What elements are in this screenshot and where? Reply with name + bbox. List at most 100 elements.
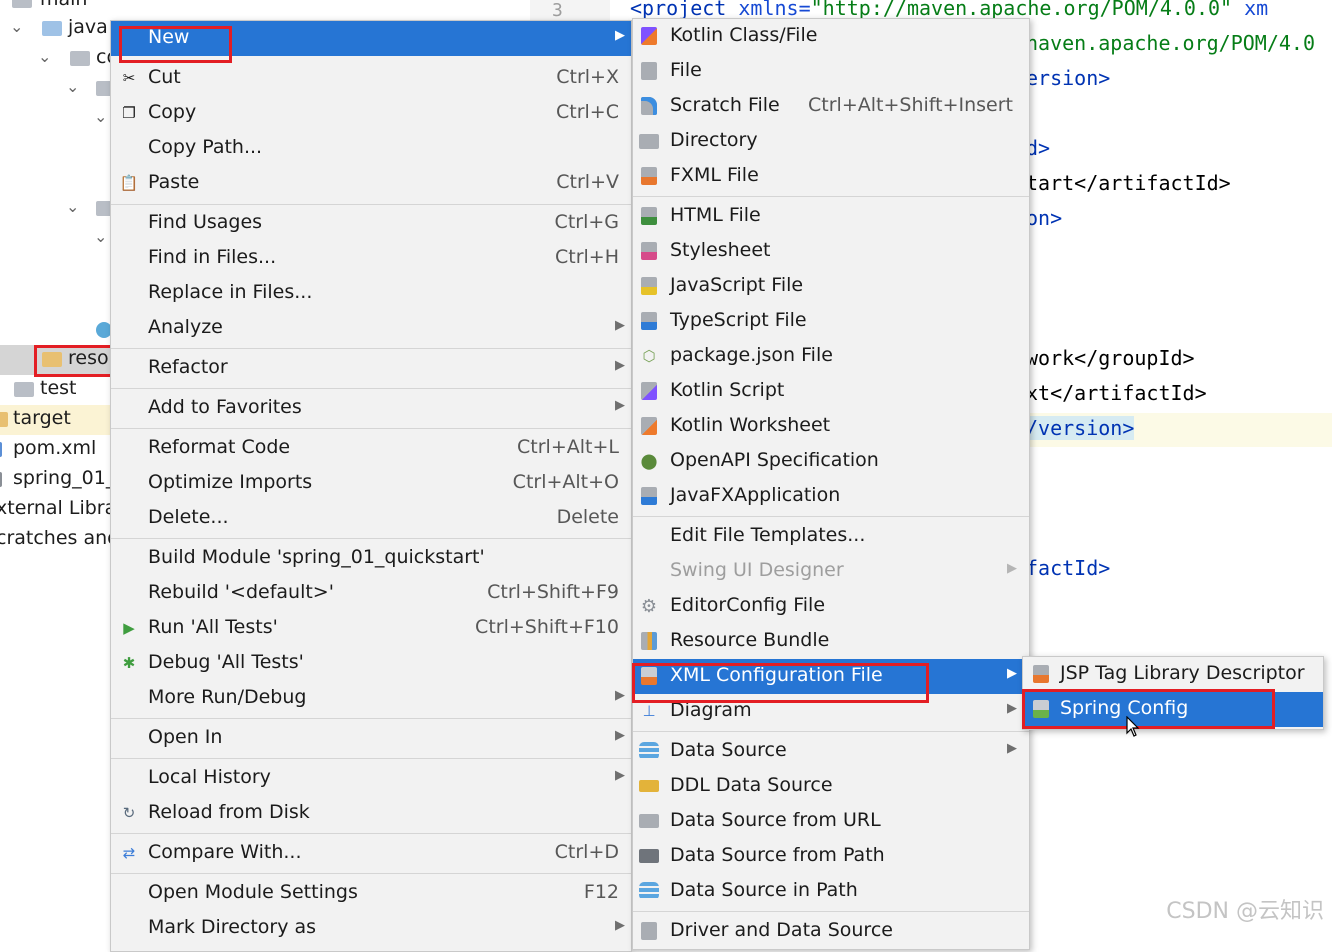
menu-item-refactor[interactable]: Refactor ▶	[111, 351, 631, 386]
chevron-down-icon[interactable]: ⌄	[38, 47, 51, 66]
menu-item-kotlin-script[interactable]: Kotlin Script	[633, 374, 1029, 409]
menu-item-analyze[interactable]: Analyze ▶	[111, 311, 631, 346]
tree-item-target[interactable]: target	[0, 405, 112, 435]
menu-item-spring-config[interactable]: Spring Config	[1023, 692, 1323, 727]
chevron-down-icon[interactable]: ⌄	[94, 227, 107, 246]
menu-item-open-module-settings[interactable]: Open Module Settings F12	[111, 876, 631, 911]
watermark: CSDN @云知识	[1166, 899, 1324, 924]
code-line: <project xmlns="http://maven.apache.org/…	[630, 0, 1269, 20]
menu-item-debug-all-tests[interactable]: ✱ Debug 'All Tests'	[111, 646, 631, 681]
menu-item-scratch-file[interactable]: Scratch File Ctrl+Alt+Shift+Insert	[633, 89, 1029, 124]
diagram-icon: ⊥	[642, 702, 656, 720]
menu-item-kotlin-worksheet[interactable]: Kotlin Worksheet	[633, 409, 1029, 444]
menu-item-more-run-debug[interactable]: More Run/Debug ▶	[111, 681, 631, 716]
menu-item-directory[interactable]: Directory	[633, 124, 1029, 159]
menu-item-local-history[interactable]: Local History ▶	[111, 761, 631, 796]
javafx-icon	[639, 486, 659, 506]
tree-item-test[interactable]: test	[0, 375, 112, 405]
menu-item-find-usages[interactable]: Find Usages Ctrl+G	[111, 206, 631, 241]
chevron-down-icon[interactable]: ⌄	[66, 197, 79, 216]
submenu-arrow-icon: ▶	[615, 768, 625, 783]
menu-item-javafx-application[interactable]: JavaFXApplication	[633, 479, 1029, 514]
menu-item-javascript-file[interactable]: JavaScript File	[633, 269, 1029, 304]
menu-item-data-source-from-url[interactable]: Data Source from URL	[633, 804, 1029, 839]
menu-item-kotlin-class[interactable]: Kotlin Class/File	[633, 19, 1029, 54]
tree-item-iml[interactable]: spring_01_	[0, 465, 112, 495]
menu-separator	[633, 196, 1029, 197]
tree-item-scratches[interactable]: cratches and	[0, 525, 112, 555]
menu-item-data-source-from-path[interactable]: Data Source from Path	[633, 839, 1029, 874]
menu-item-open-in[interactable]: Open In ▶	[111, 721, 631, 756]
gear-icon: ⚙	[640, 595, 658, 617]
code-line: /version>	[1026, 416, 1135, 440]
menu-item-fxml-file[interactable]: FXML File	[633, 159, 1029, 194]
menu-item-swing-ui-designer[interactable]: Swing UI Designer ▶	[633, 554, 1029, 589]
chevron-down-icon[interactable]: ⌄	[94, 107, 107, 126]
menu-item-data-source[interactable]: Data Source ▶	[633, 734, 1029, 769]
menu-item-find-in-files[interactable]: Find in Files... Ctrl+H	[111, 241, 631, 276]
submenu-arrow-icon: ▶	[1007, 666, 1017, 681]
tree-item-class[interactable]	[0, 315, 112, 345]
menu-item-file[interactable]: File	[633, 54, 1029, 89]
code-line: work</groupId>	[1026, 346, 1195, 370]
menu-item-resource-bundle[interactable]: Resource Bundle	[633, 624, 1029, 659]
menu-item-copy-path[interactable]: Copy Path...	[111, 131, 631, 166]
menu-item-driver-and-data-source[interactable]: Driver and Data Source	[633, 914, 1029, 949]
folder-open-icon	[639, 846, 659, 866]
tree-item-package[interactable]: ⌄	[0, 194, 112, 224]
kotlin-icon	[639, 26, 659, 46]
submenu-arrow-icon: ▶	[1007, 701, 1017, 716]
menu-item-diagram[interactable]: ⊥ Diagram ▶	[633, 694, 1029, 729]
tree-item-package[interactable]: ⌄	[0, 74, 112, 104]
menu-item-reload-from-disk[interactable]: ↻ Reload from Disk	[111, 796, 631, 831]
ts-icon	[639, 311, 659, 331]
code-line: on>	[1026, 206, 1063, 230]
menu-item-package-json[interactable]: ⬡ package.json File	[633, 339, 1029, 374]
debug-icon: ✱	[122, 654, 136, 672]
ddl-icon	[639, 776, 659, 796]
menu-item-new[interactable]: New ▶	[111, 21, 631, 56]
chevron-down-icon[interactable]: ⌄	[66, 77, 79, 96]
menu-item-build-module[interactable]: Build Module 'spring_01_quickstart'	[111, 541, 631, 576]
tree-item-external-libraries[interactable]: xternal Libra	[0, 495, 112, 525]
submenu-arrow-icon: ▶	[615, 28, 625, 43]
reload-icon: ↻	[122, 804, 136, 822]
menu-item-jsp-tag-library-descriptor[interactable]: JSP Tag Library Descriptor	[1023, 657, 1323, 692]
menu-item-compare-with[interactable]: ⇄ Compare With... Ctrl+D	[111, 836, 631, 871]
menu-item-data-source-in-path[interactable]: Data Source in Path	[633, 874, 1029, 909]
menu-item-optimize-imports[interactable]: Optimize Imports Ctrl+Alt+O	[111, 466, 631, 501]
tree-item-package[interactable]: ⌄ co	[0, 44, 112, 74]
menu-item-add-to-favorites[interactable]: Add to Favorites ▶	[111, 391, 631, 426]
database-icon	[639, 741, 659, 761]
menu-item-paste[interactable]: 📋 Paste Ctrl+V	[111, 166, 631, 201]
module-file-icon	[0, 472, 2, 487]
file-icon	[639, 61, 659, 81]
folder-icon	[42, 21, 62, 36]
menu-item-replace-in-files[interactable]: Replace in Files...	[111, 276, 631, 311]
project-tree: main ⌄ java ⌄ co ⌄ ⌄ ⌄ ⌄ reso test targe…	[0, 0, 112, 933]
menu-item-reformat-code[interactable]: Reformat Code Ctrl+Alt+L	[111, 431, 631, 466]
tree-item-java[interactable]: ⌄ java	[0, 14, 112, 44]
menu-item-xml-configuration-file[interactable]: XML Configuration File ▶	[633, 659, 1029, 694]
menu-item-rebuild[interactable]: Rebuild '<default>' Ctrl+Shift+F9	[111, 576, 631, 611]
menu-item-stylesheet[interactable]: Stylesheet	[633, 234, 1029, 269]
menu-item-ddl-data-source[interactable]: DDL Data Source	[633, 769, 1029, 804]
tree-item-package[interactable]: ⌄	[0, 224, 112, 254]
menu-item-mark-directory-as[interactable]: Mark Directory as ▶	[111, 911, 631, 946]
tree-item-pom[interactable]: pom.xml	[0, 435, 112, 465]
run-icon: ▶	[123, 619, 135, 637]
menu-item-copy[interactable]: ❐ Copy Ctrl+C	[111, 96, 631, 131]
menu-item-html-file[interactable]: HTML File	[633, 199, 1029, 234]
resources-folder-icon	[42, 352, 62, 367]
menu-item-typescript-file[interactable]: TypeScript File	[633, 304, 1029, 339]
menu-item-run-all-tests[interactable]: ▶ Run 'All Tests' Ctrl+Shift+F10	[111, 611, 631, 646]
menu-item-cut[interactable]: ✂ Cut Ctrl+X	[111, 61, 631, 96]
tree-item-resources[interactable]: reso	[0, 345, 112, 375]
chevron-down-icon[interactable]: ⌄	[10, 17, 23, 36]
menu-item-openapi-spec[interactable]: ⬤ OpenAPI Specification	[633, 444, 1029, 479]
menu-item-editorconfig-file[interactable]: ⚙ EditorConfig File	[633, 589, 1029, 624]
tree-item-package[interactable]: ⌄	[0, 104, 112, 134]
menu-item-edit-file-templates[interactable]: Edit File Templates...	[633, 519, 1029, 554]
menu-item-delete[interactable]: Delete... Delete	[111, 501, 631, 536]
submenu-arrow-icon: ▶	[1007, 561, 1017, 576]
